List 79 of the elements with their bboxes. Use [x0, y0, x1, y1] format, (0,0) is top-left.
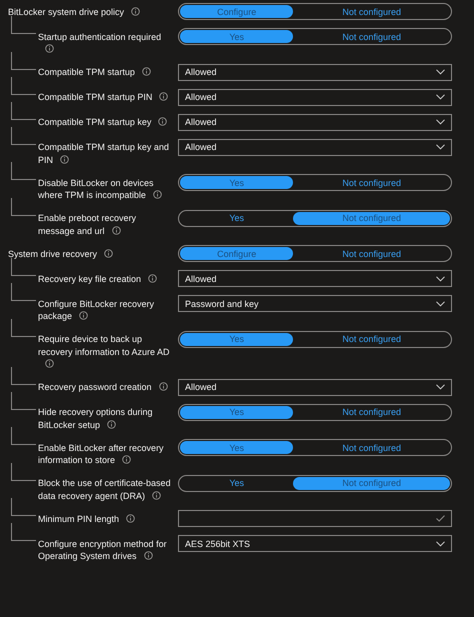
tree-connector: [11, 366, 36, 384]
toggle-option[interactable]: Not configured: [293, 406, 450, 418]
setting-label: Configure encryption method for Operating System drives: [38, 538, 168, 562]
tree-connector: [11, 16, 36, 34]
tree-connector: [11, 498, 36, 516]
tree-connector: [11, 427, 36, 445]
chevron-down-icon: [436, 94, 445, 100]
info-icon[interactable]: [45, 44, 54, 53]
toggle-option[interactable]: Yes: [180, 212, 294, 224]
tree-connector: [11, 283, 36, 301]
check-icon: [436, 515, 445, 522]
setting-label: Compatible TPM startup: [38, 64, 172, 78]
info-icon[interactable]: [107, 420, 116, 428]
setting-label: Enable BitLocker after recovery information to store: [38, 442, 165, 466]
info-icon[interactable]: [104, 248, 114, 258]
dropdown[interactable]: Allowed: [178, 64, 452, 80]
info-icon[interactable]: [45, 359, 54, 368]
toggle-option[interactable]: Not configured: [293, 441, 450, 454]
input-field[interactable]: [178, 510, 452, 527]
info-icon[interactable]: [79, 311, 88, 320]
tree-connector: [11, 318, 36, 336]
toggle-option[interactable]: Not configured: [293, 247, 450, 260]
setting-label: Startup authentication required: [38, 28, 172, 56]
tree-connector: [11, 258, 36, 276]
chevron-down-icon: [436, 276, 445, 282]
setting-label: Recovery key file creation: [38, 270, 172, 285]
tree-connector: [11, 392, 36, 410]
info-icon[interactable]: [126, 514, 136, 522]
info-icon[interactable]: [144, 551, 153, 560]
info-icon[interactable]: [131, 6, 140, 16]
info-icon[interactable]: [152, 490, 162, 500]
dropdown[interactable]: Allowed: [178, 114, 452, 130]
info-icon[interactable]: [148, 274, 158, 282]
setting-label: Minimum PIN length: [38, 510, 172, 525]
info-icon[interactable]: [60, 154, 70, 164]
tree-connector: [11, 523, 36, 541]
info-icon[interactable]: [142, 67, 151, 76]
toggle-option[interactable]: Yes: [180, 476, 294, 490]
toggle-option[interactable]: Not configured: [293, 5, 450, 18]
info-icon[interactable]: [159, 92, 168, 101]
chevron-down-icon: [436, 69, 445, 75]
dropdown[interactable]: Allowed: [178, 88, 452, 106]
setting-label: Configure BitLocker recovery package: [38, 298, 156, 322]
dropdown[interactable]: Allowed: [178, 270, 452, 287]
tree-connector: [11, 462, 36, 480]
chevron-down-icon: [436, 300, 445, 306]
toggle-option[interactable]: Not configured: [293, 30, 450, 43]
setting-label: Hide recovery options during BitLocker setup: [38, 406, 154, 431]
info-icon[interactable]: [112, 226, 121, 234]
info-icon[interactable]: [152, 190, 162, 199]
dropdown[interactable]: Password and key: [178, 295, 452, 312]
info-icon[interactable]: [122, 455, 132, 464]
tree-connector: [11, 162, 36, 180]
setting-label: Require device to back up recovery information to Azure AD: [38, 330, 172, 370]
setting-label: Enable preboot recovery message and url: [38, 212, 138, 237]
setting-label: Recovery password creation: [38, 378, 172, 394]
info-icon[interactable]: [158, 382, 168, 391]
dropdown[interactable]: Allowed: [178, 138, 452, 156]
tree-connector: [11, 198, 36, 216]
tree-connector: [11, 102, 36, 120]
setting-label: Compatible TPM startup key and PIN: [38, 141, 170, 166]
setting-label: Block the use of certificate-based data recovery agent (DRA): [38, 477, 172, 502]
setting-label: Compatible TPM startup PIN: [38, 88, 172, 104]
info-icon[interactable]: [158, 117, 168, 126]
setting-label: Disable BitLocker on devices where TPM is incompatible: [38, 174, 172, 202]
tree-connector: [11, 126, 36, 144]
setting-label: System drive recovery: [8, 245, 172, 260]
tree-connector: [11, 52, 36, 70]
dropdown[interactable]: Allowed: [178, 378, 452, 396]
toggle-option[interactable]: Not configured: [293, 332, 450, 346]
tree-connector: [11, 76, 36, 94]
setting-label: BitLocker system drive policy: [8, 3, 172, 18]
chevron-down-icon: [436, 119, 445, 125]
chevron-down-icon: [436, 144, 445, 150]
chevron-down-icon: [436, 540, 445, 546]
toggle-option[interactable]: Not configured: [293, 176, 450, 189]
setting-label: Compatible TPM startup key: [38, 114, 172, 128]
dropdown[interactable]: AES 256bit XTS: [178, 535, 452, 552]
chevron-down-icon: [436, 384, 445, 390]
